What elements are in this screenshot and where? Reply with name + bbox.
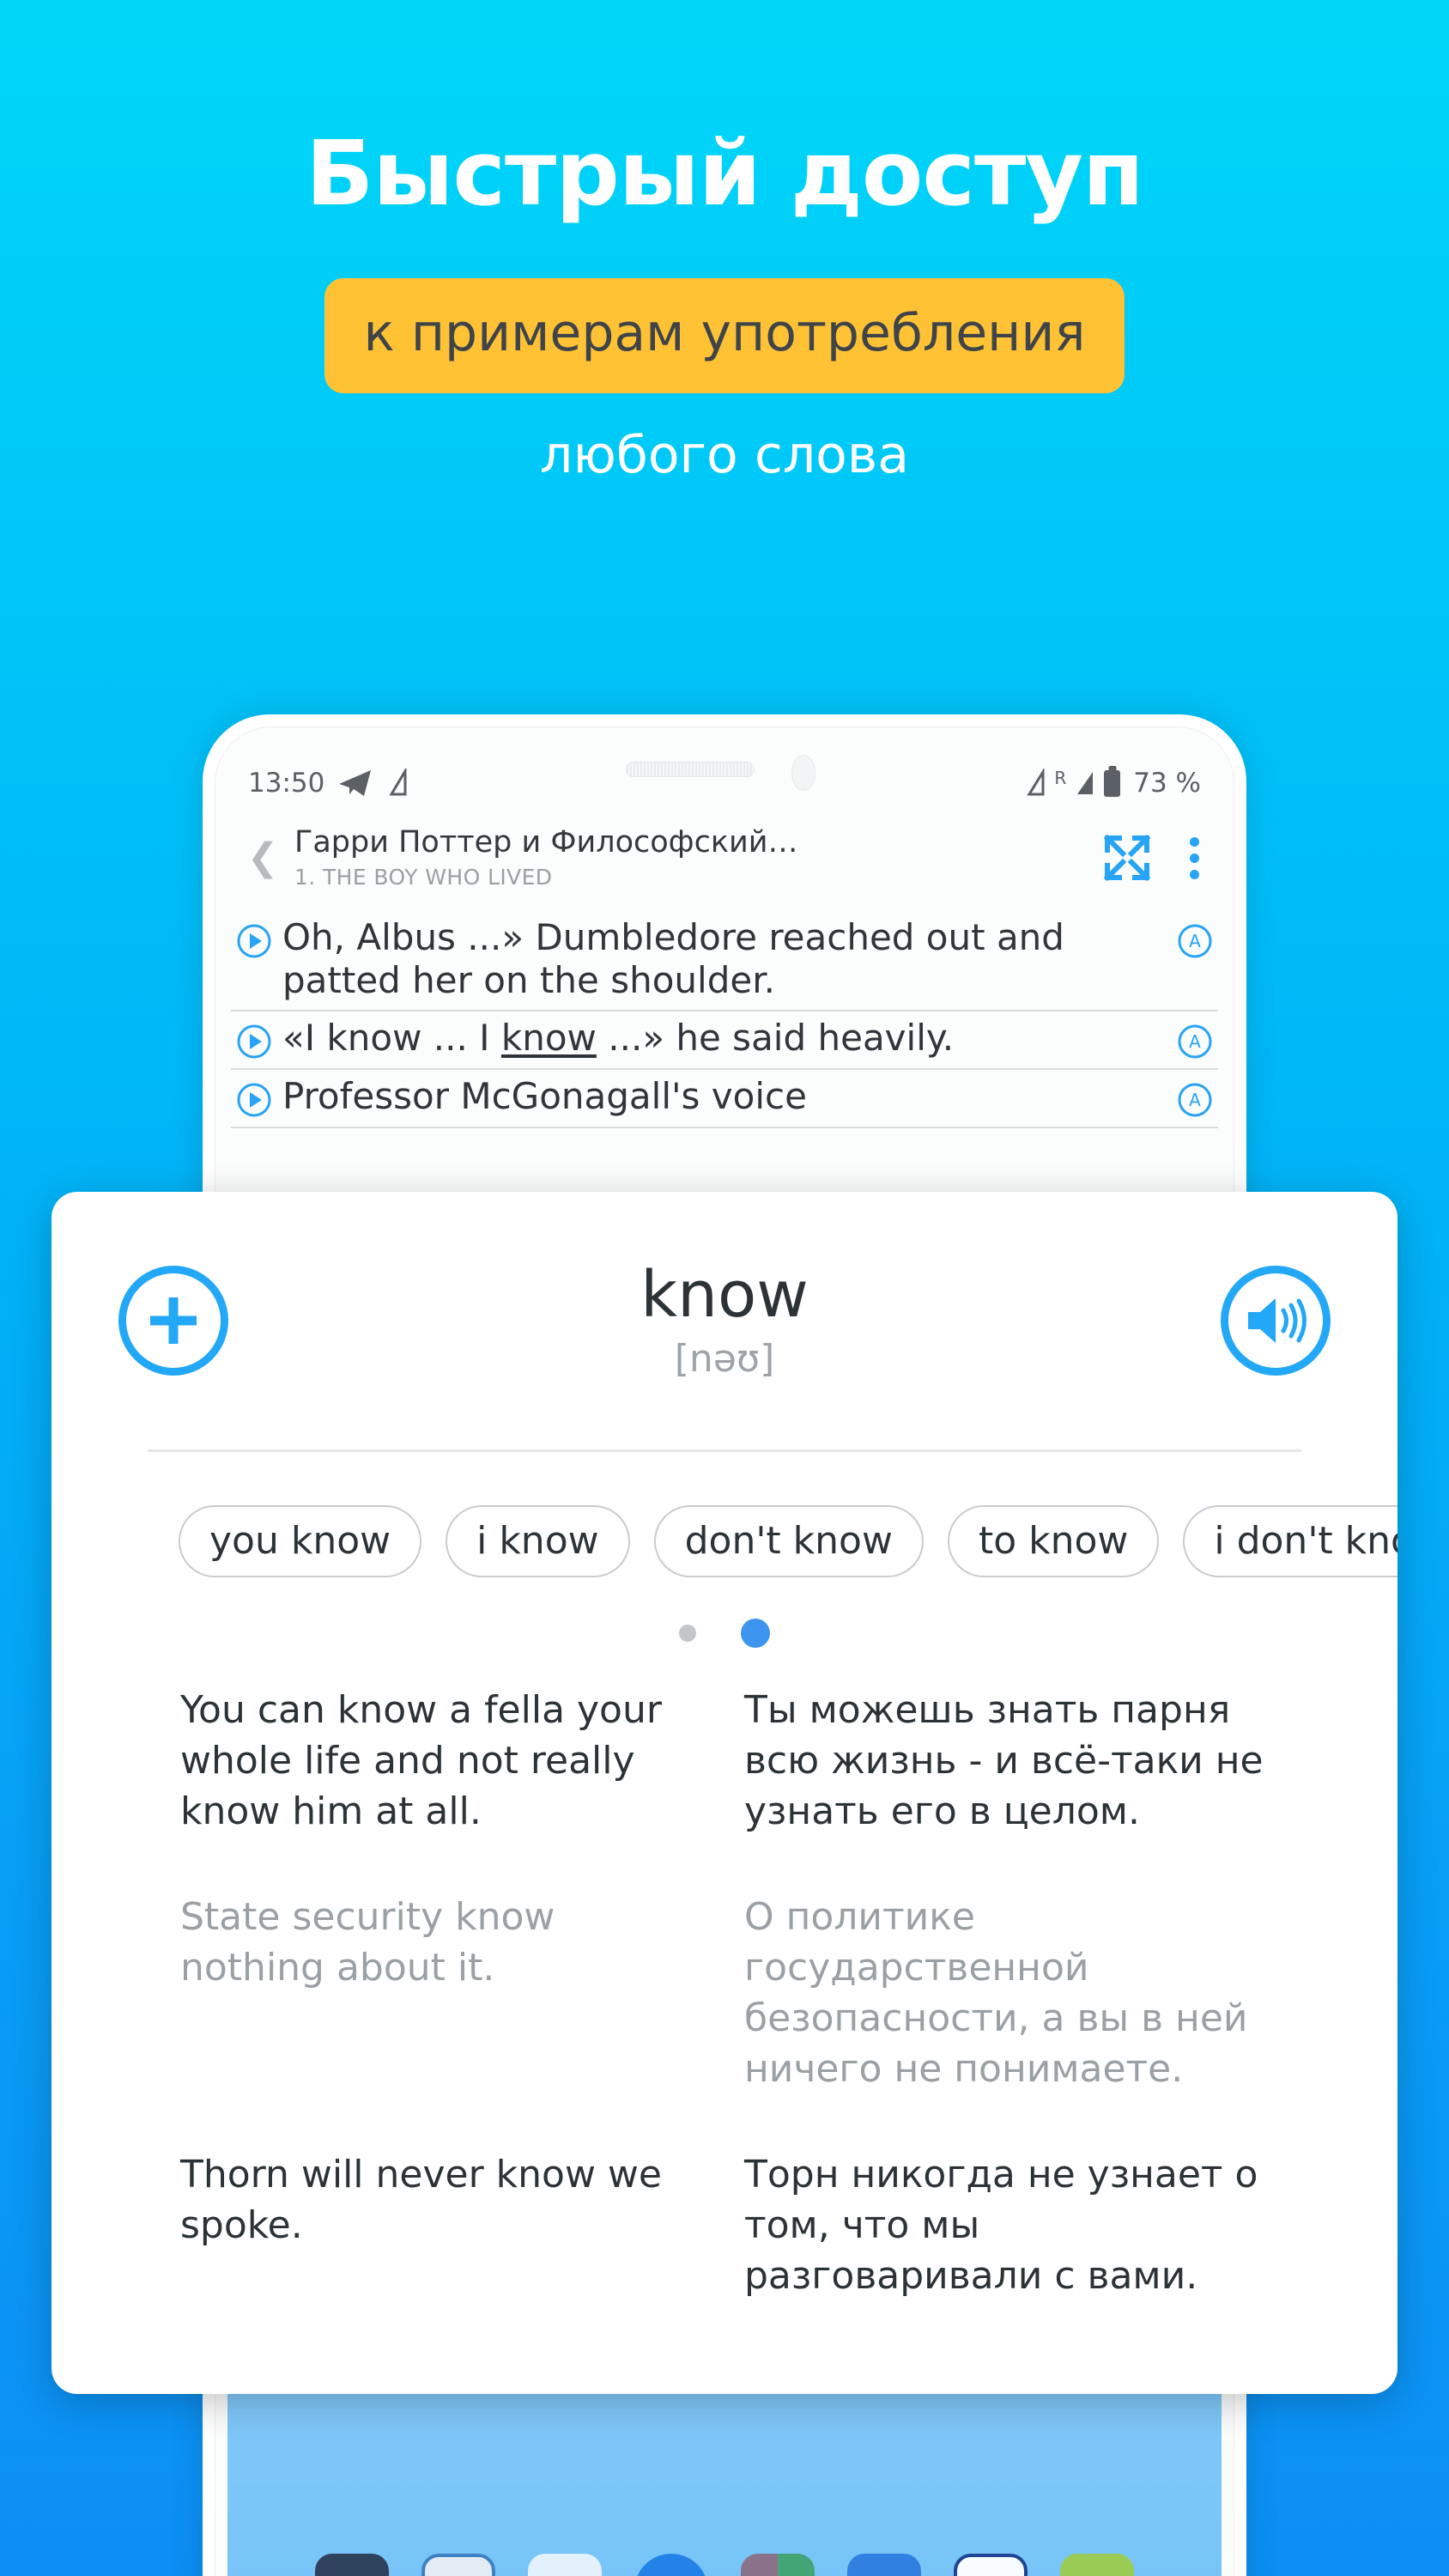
chip-to-know[interactable]: to know [947, 1505, 1160, 1577]
example-row: Thorn will never know we spoke. Торн ник… [180, 2150, 1269, 2302]
translate-link-icon[interactable]: A [1177, 1024, 1213, 1060]
reader-line-text: Professor McGonagall's voice [282, 1075, 807, 1118]
app-bar-actions [1102, 832, 1213, 884]
pager-dot-inactive[interactable] [679, 1625, 696, 1642]
reader-line-text: Oh, Albus ...» Dumbledore reached out an… [282, 916, 1064, 1001]
app-icon-2[interactable] [421, 2554, 495, 2576]
dictionary-popup-card: know [nəʊ] you know i know don't know to… [52, 1192, 1397, 2394]
example-translation: О политике государственной безопасности,… [744, 1894, 1248, 2091]
example-translation: Торн никогда не узнает о том, что мы раз… [744, 2152, 1258, 2298]
collocation-chips: you know i know don't know to know i don… [52, 1452, 1397, 1577]
signal-full-icon [1077, 772, 1094, 794]
chip-i-dont-know[interactable]: i don't know [1183, 1505, 1397, 1577]
example-row: You can know a fella your whole life and… [180, 1686, 1269, 1838]
app-icon-3[interactable] [528, 2554, 602, 2576]
chip-dont-know[interactable]: don't know [653, 1505, 924, 1577]
add-to-dictionary-button[interactable] [118, 1266, 228, 1376]
app-icon-4[interactable] [634, 2554, 708, 2576]
page-title: Быстрый доступ [306, 121, 1144, 226]
example-source: State security know nothing about it. [180, 1894, 555, 1990]
example-translation: Ты можешь знать парня всю жизнь - и всё-… [744, 1688, 1264, 1833]
back-button[interactable]: ❮ [236, 839, 289, 877]
app-icon-1[interactable] [315, 2554, 389, 2576]
svg-text:A: A [1189, 1090, 1201, 1110]
promo-badge-wrap: к примерам употребления [0, 278, 1449, 393]
roaming-label: R [1054, 768, 1067, 788]
signal-bars-icon [1027, 769, 1045, 796]
app-bar-titles: Гарри Поттер и Философский… 1. THE BOY W… [289, 826, 1102, 889]
translate-link-icon[interactable]: A [1177, 923, 1213, 959]
example-source: You can know a fella your whole life and… [180, 1688, 662, 1833]
word-block: know [nəʊ] [228, 1263, 1221, 1378]
transcription: [nəʊ] [674, 1337, 775, 1381]
pager-dots [52, 1619, 1397, 1648]
chapter-title: 1. THE BOY WHO LIVED [294, 864, 553, 890]
examples-list: You can know a fella your whole life and… [52, 1648, 1397, 2302]
example-source: Thorn will never know we spoke. [180, 2152, 662, 2247]
svg-text:A: A [1189, 931, 1201, 951]
status-bar-right: R 73 % [1026, 768, 1201, 799]
play-circle-icon[interactable] [236, 1024, 272, 1060]
app-icon-6[interactable] [847, 2554, 921, 2576]
pronounce-button[interactable] [1221, 1266, 1331, 1376]
example-row: State security know nothing about it. О … [180, 1893, 1269, 2095]
app-icon-8[interactable] [1060, 2554, 1134, 2576]
status-bar: 13:50 R 73 % [248, 760, 1201, 806]
chip-i-know[interactable]: i know [446, 1505, 630, 1577]
promo-badge: к примерам употребления [324, 278, 1125, 393]
reader-text-after: ...» he said heavily. [596, 1017, 955, 1060]
reader-line[interactable]: Oh, Albus ...» Dumbledore reached out an… [231, 911, 1218, 1012]
telegram-icon [339, 770, 372, 796]
screen-root: Быстрый доступ к примерам употребления л… [0, 0, 1449, 2576]
app-icon-5[interactable] [741, 2554, 815, 2576]
svg-text:A: A [1189, 1031, 1201, 1052]
reader-line-text: «I know ... I know ...» he said heavily. [282, 1017, 1167, 1060]
promo-subtitle: любого слова [539, 425, 910, 485]
reader-line[interactable]: Professor McGonagall's voice A [231, 1070, 1218, 1129]
status-bar-left: 13:50 [248, 768, 409, 799]
app-bar: ❮ Гарри Поттер и Философский… 1. THE BOY… [236, 817, 1213, 899]
reader-text-before: «I know ... I [282, 1017, 501, 1060]
translate-link-icon[interactable]: A [1177, 1082, 1213, 1118]
reader-line[interactable]: «I know ... I know ...» he said heavily.… [231, 1012, 1218, 1071]
play-circle-icon[interactable] [236, 923, 272, 959]
plus-icon [150, 1297, 197, 1344]
pager-dot-active[interactable] [741, 1619, 770, 1648]
book-title: Гарри Поттер и Философский… [294, 826, 798, 860]
battery-icon [1104, 769, 1121, 797]
app-dock [250, 2554, 1199, 2576]
card-header: know [nəʊ] [52, 1192, 1397, 1449]
promo-header: Быстрый доступ к примерам употребления л… [0, 0, 1449, 481]
play-circle-icon[interactable] [236, 1082, 272, 1118]
signal-weak-icon [389, 769, 407, 796]
expand-icon[interactable] [1102, 833, 1152, 883]
selected-word[interactable]: know [501, 1017, 597, 1059]
battery-percent: 73 % [1133, 768, 1201, 799]
status-bar-time: 13:50 [248, 768, 325, 799]
app-icon-7[interactable] [954, 2554, 1028, 2576]
chip-you-know[interactable]: you know [179, 1505, 422, 1577]
headword: know [640, 1258, 809, 1332]
kebab-menu-icon[interactable] [1181, 832, 1208, 884]
speaker-volume-icon [1248, 1298, 1307, 1343]
